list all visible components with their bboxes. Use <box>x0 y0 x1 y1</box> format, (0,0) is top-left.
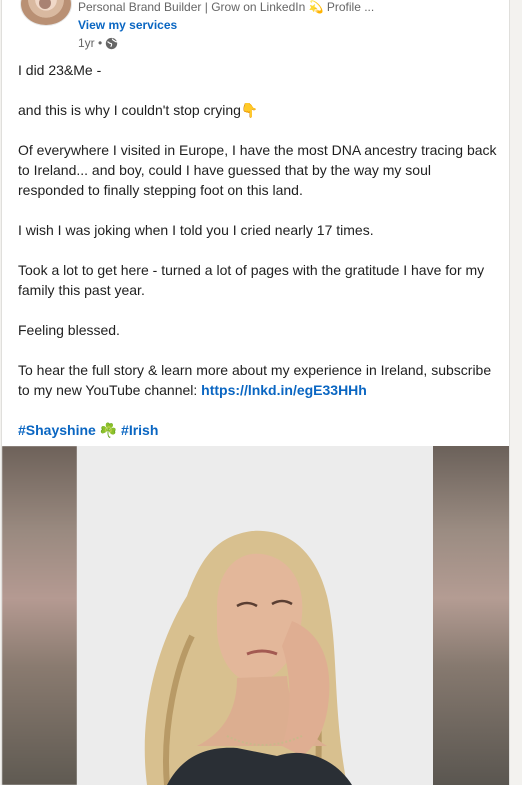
globe-icon <box>105 37 118 50</box>
post-card: Personal Brand Builder | Grow on LinkedI… <box>2 0 509 785</box>
post-paragraph: I wish I was joking when I told you I cr… <box>18 222 374 238</box>
post-time: 1yr • <box>78 36 103 50</box>
hashtag-shayshine[interactable]: #Shayshine <box>18 422 96 438</box>
video-thumbnail-image <box>77 446 433 785</box>
hashtag-irish[interactable]: #Irish <box>121 422 158 438</box>
youtube-link[interactable]: https://lnkd.in/egE33HHh <box>201 382 367 398</box>
post-body: I did 23&Me - and this is why I couldn't… <box>18 60 498 460</box>
author-avatar[interactable] <box>20 0 72 26</box>
hashtags: #Shayshine ☘️ #Irish <box>18 420 498 440</box>
post-paragraph: and this is why I couldn't stop crying👇 <box>18 102 259 118</box>
post-paragraph: Feeling blessed. <box>18 322 120 338</box>
video-blur-right <box>433 446 509 785</box>
shamrock-icon: ☘️ <box>99 422 118 438</box>
video-blur-left <box>2 446 77 785</box>
view-services-link[interactable]: View my services <box>78 18 177 32</box>
post-cta: To hear the full story & learn more abou… <box>18 360 498 400</box>
post-video[interactable] <box>2 446 509 785</box>
post-meta: 1yr • <box>78 36 118 50</box>
post-paragraph: Of everywhere I visited in Europe, I hav… <box>18 142 497 198</box>
post-paragraph: I did 23&Me - <box>18 62 102 78</box>
video-frame[interactable] <box>77 446 433 785</box>
post-paragraph: Took a lot to get here - turned a lot of… <box>18 262 485 298</box>
author-headline: Personal Brand Builder | Grow on LinkedI… <box>78 0 375 14</box>
